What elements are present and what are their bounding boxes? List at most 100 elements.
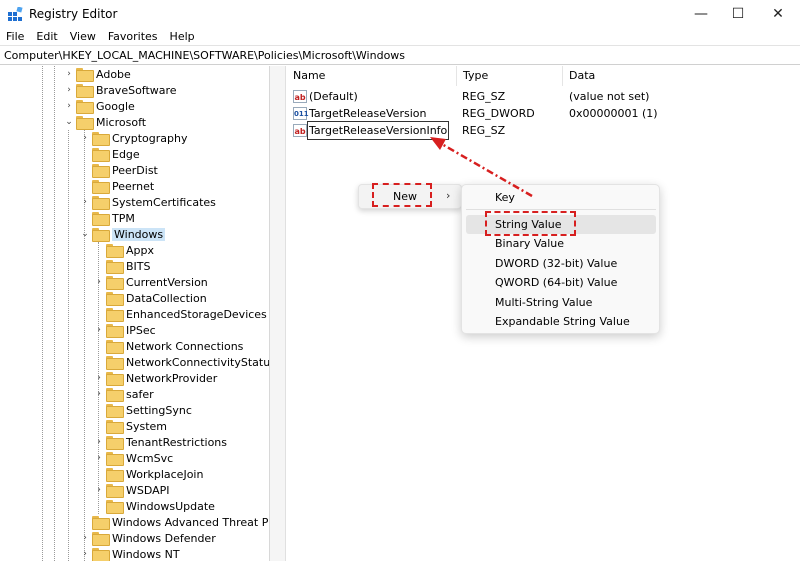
value-name-edit[interactable]: TargetReleaseVersionInfo xyxy=(306,121,450,140)
tree-item-peernet[interactable]: Peernet xyxy=(80,178,154,194)
tree-item-google[interactable]: › Google xyxy=(64,98,135,114)
submenu-item-dword-value[interactable]: DWORD (32-bit) Value xyxy=(466,254,656,273)
menu-help[interactable]: Help xyxy=(164,28,201,45)
tree-item-wsdapi[interactable]: › WSDAPI xyxy=(94,482,170,498)
chevron-down-icon[interactable]: ⌄ xyxy=(80,226,90,242)
chevron-right-icon[interactable]: › xyxy=(80,130,90,146)
tree-item-windowsupdate[interactable]: WindowsUpdate xyxy=(94,498,215,514)
tree-item-microsoft[interactable]: ⌄ Microsoft xyxy=(64,114,146,130)
chevron-down-icon[interactable]: ⌄ xyxy=(64,114,74,130)
chevron-right-icon[interactable]: › xyxy=(64,98,74,114)
value-row-target-release-version[interactable]: 011 TargetReleaseVersion REG_DWORD 0x000… xyxy=(287,105,800,122)
chevron-right-icon[interactable]: › xyxy=(80,546,90,561)
tree-item-edge[interactable]: Edge xyxy=(80,146,140,162)
column-header-type[interactable]: Type xyxy=(457,66,563,86)
tree-item-windows[interactable]: ⌄ Windows xyxy=(80,226,166,242)
chevron-right-icon[interactable]: › xyxy=(94,482,104,498)
tree-item-wcmsvc[interactable]: › WcmSvc xyxy=(94,450,173,466)
folder-icon xyxy=(92,196,110,210)
close-button[interactable]: ✕ xyxy=(760,0,796,28)
pane-splitter[interactable] xyxy=(270,66,286,561)
tree-item-windows-advanced-threat-protec[interactable]: Windows Advanced Threat Protec xyxy=(80,514,269,530)
folder-icon xyxy=(92,164,110,178)
submenu-item-multi-string-value[interactable]: Multi-String Value xyxy=(466,293,656,312)
folder-icon xyxy=(92,516,110,530)
chevron-right-icon[interactable]: › xyxy=(80,530,90,546)
folder-icon xyxy=(92,548,110,561)
tree-item-windows-nt[interactable]: › Windows NT xyxy=(80,546,180,561)
tree-item-cryptography[interactable]: › Cryptography xyxy=(80,130,187,146)
chevron-right-icon[interactable]: › xyxy=(94,274,104,290)
tree-item-networkconnectivitystatusind[interactable]: NetworkConnectivityStatusInd xyxy=(94,354,270,370)
tree-item-label: Cryptography xyxy=(112,131,188,145)
maximize-button[interactable]: ☐ xyxy=(720,0,756,28)
tree-item-ipsec[interactable]: › IPSec xyxy=(94,322,156,338)
chevron-right-icon[interactable]: › xyxy=(94,386,104,402)
tree-item-label: NetworkProvider xyxy=(126,371,218,385)
tree-item-systemcertificates[interactable]: › SystemCertificates xyxy=(80,194,216,210)
folder-icon xyxy=(92,132,110,146)
folder-icon xyxy=(106,468,124,482)
chevron-right-icon[interactable]: › xyxy=(64,66,74,82)
tree-item-label: BraveSoftware xyxy=(96,83,177,97)
tree-item-label: NetworkConnectivityStatusInd xyxy=(126,355,270,369)
menu-edit[interactable]: Edit xyxy=(30,28,63,45)
submenu-separator xyxy=(466,209,656,210)
tree-item-system[interactable]: System xyxy=(94,418,167,434)
tree-item-settingsync[interactable]: SettingSync xyxy=(94,402,192,418)
minimize-button[interactable]: — xyxy=(683,0,719,28)
chevron-right-icon[interactable]: › xyxy=(94,370,104,386)
folder-icon xyxy=(76,100,94,114)
folder-icon xyxy=(92,228,110,242)
chevron-right-icon[interactable]: › xyxy=(94,434,104,450)
tree-item-label: Network Connections xyxy=(126,339,244,353)
tree-item-label: Windows NT xyxy=(112,547,180,561)
tree-item-bravesoftware[interactable]: › BraveSoftware xyxy=(64,82,177,98)
submenu-item-key[interactable]: Key xyxy=(466,188,656,207)
chevron-right-icon[interactable]: › xyxy=(94,322,104,338)
folder-icon xyxy=(92,532,110,546)
submenu-item-binary-value[interactable]: Binary Value xyxy=(466,234,656,253)
tree-item-peerdist[interactable]: PeerDist xyxy=(80,162,158,178)
key-tree[interactable]: › Adobe › BraveSoftware › Google ⌄ Microsoft › Cr… xyxy=(0,66,270,561)
tree-item-network-connections[interactable]: Network Connections xyxy=(94,338,243,354)
menu-view[interactable]: View xyxy=(64,28,102,45)
tree-item-label: WindowsUpdate xyxy=(126,499,215,513)
chevron-right-icon[interactable]: › xyxy=(64,82,74,98)
tree-item-safer[interactable]: › safer xyxy=(94,386,154,402)
tree-item-bits[interactable]: BITS xyxy=(94,258,151,274)
tree-item-enhancedstoragedevices[interactable]: EnhancedStorageDevices xyxy=(94,306,267,322)
value-row-target-release-version-info[interactable]: ab TargetReleaseVersionInfo REG_SZ xyxy=(287,121,800,140)
tree-item-windows-defender[interactable]: › Windows Defender xyxy=(80,530,216,546)
value-row-default[interactable]: ab (Default) REG_SZ (value not set) xyxy=(287,88,800,105)
folder-icon xyxy=(106,276,124,290)
folder-icon xyxy=(76,116,94,130)
window-title: Registry Editor xyxy=(29,7,118,21)
tree-item-label: Peernet xyxy=(112,179,155,193)
menu-file[interactable]: File xyxy=(0,28,30,45)
tree-item-networkprovider[interactable]: › NetworkProvider xyxy=(94,370,217,386)
menu-favorites[interactable]: Favorites xyxy=(102,28,164,45)
tree-item-adobe[interactable]: › Adobe xyxy=(64,66,131,82)
tree-item-workplacejoin[interactable]: WorkplaceJoin xyxy=(94,466,203,482)
submenu-item-expandable-string-value[interactable]: Expandable String Value xyxy=(466,312,656,331)
chevron-right-icon[interactable]: › xyxy=(80,194,90,210)
column-header-data[interactable]: Data xyxy=(563,66,800,86)
tree-item-datacollection[interactable]: DataCollection xyxy=(94,290,207,306)
column-header-name[interactable]: Name xyxy=(287,66,457,86)
tree-item-currentversion[interactable]: › CurrentVersion xyxy=(94,274,208,290)
tree-item-appx[interactable]: Appx xyxy=(94,242,154,258)
tree-guide-line xyxy=(54,66,55,561)
chevron-right-icon[interactable]: › xyxy=(94,450,104,466)
tree-item-tenantrestrictions[interactable]: › TenantRestrictions xyxy=(94,434,227,450)
submenu-item-qword-value[interactable]: QWORD (64-bit) Value xyxy=(466,273,656,292)
folder-icon xyxy=(106,308,124,322)
tree-item-tpm[interactable]: TPM xyxy=(80,210,135,226)
address-bar[interactable]: Computer\HKEY_LOCAL_MACHINE\SOFTWARE\Pol… xyxy=(0,45,800,65)
folder-icon xyxy=(106,420,124,434)
